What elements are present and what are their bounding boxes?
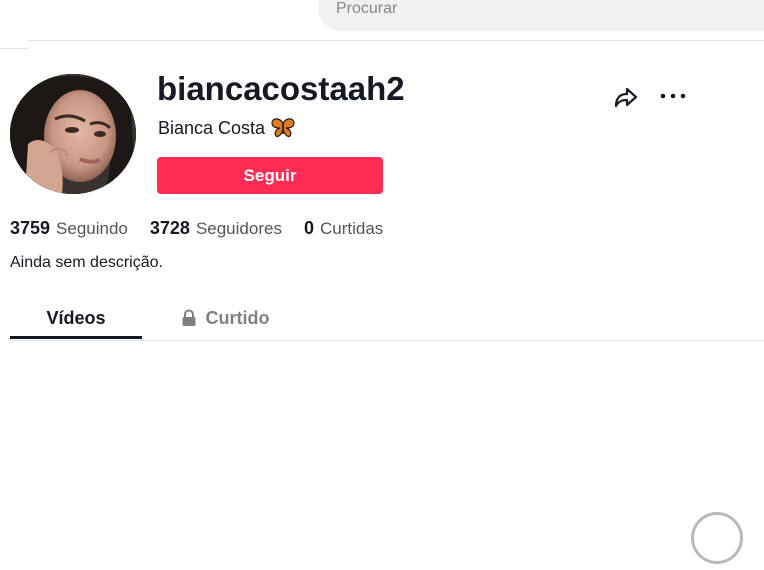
stat-value: 0 [303,218,314,238]
tab-liked[interactable]: Curtido [175,298,275,338]
stat-label: Curtidas [319,219,384,238]
search-placeholder: Procurar [336,0,398,17]
share-icon[interactable] [613,84,639,110]
avatar[interactable] [10,74,136,194]
header-divider [0,40,764,41]
stat-followers[interactable]: 3728 Seguidores [150,218,282,239]
tab-label: Vídeos [46,307,106,328]
profile-bio: Ainda sem descrição. [10,254,163,271]
profile-username: biancacostaah2 [157,70,405,107]
stat-label: Seguidores [195,219,282,238]
loading-spinner-icon [691,512,743,564]
header-notch [0,40,28,49]
butterfly-icon [271,117,295,139]
stat-label: Seguindo [56,219,128,238]
active-tab-indicator [10,336,142,339]
tab-videos[interactable]: Vídeos [10,298,142,338]
profile-display-name: Bianca Costa [158,117,266,138]
tab-label: Curtido [205,307,270,328]
profile-stats: 3759 Seguindo 3728 Seguidores 0 Curtidas [10,218,405,239]
lock-icon [181,309,197,327]
follow-button[interactable]: Seguir [157,157,383,194]
search-input[interactable]: Procurar [318,0,764,31]
stat-value: 3759 [10,218,51,238]
display-name-row: Bianca Costa [158,117,295,139]
stat-value: 3728 [149,218,190,238]
stat-following[interactable]: 3759 Seguindo [10,218,128,239]
stat-likes: 0 Curtidas [304,218,383,239]
profile-page: Procurar biancacostaah2 Bianca Costa Seg… [0,0,764,570]
more-options-icon[interactable] [660,88,686,104]
avatar-image [10,74,136,194]
profile-tabs: Vídeos Curtido [10,298,764,341]
